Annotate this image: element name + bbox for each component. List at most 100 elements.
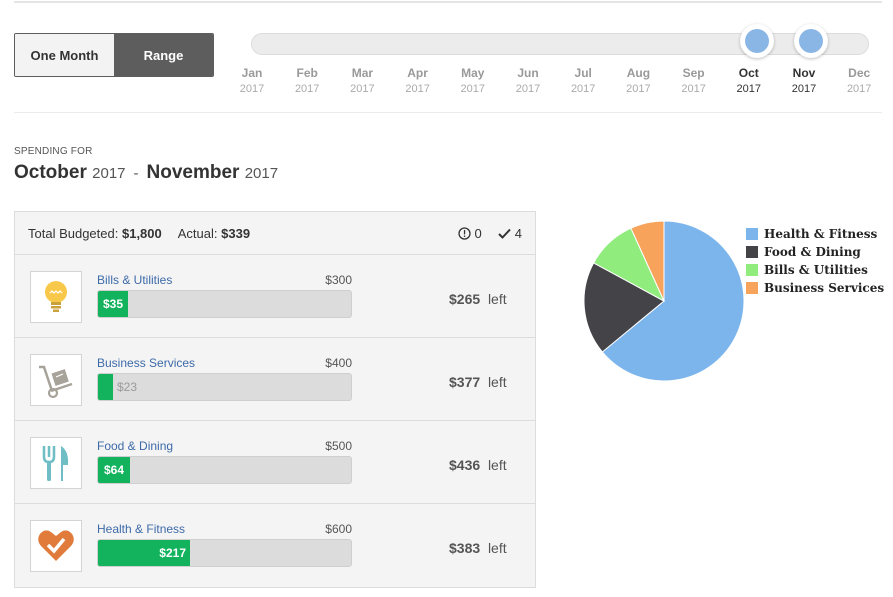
checks-count: 4 — [514, 225, 522, 241]
section-divider — [14, 112, 882, 113]
category-budget: $300 — [325, 273, 352, 287]
month-name: Sep — [682, 66, 705, 80]
month-year: 2017 — [294, 83, 320, 95]
legend-item[interactable]: Bills & Utilities — [746, 261, 884, 279]
legend-swatch — [746, 264, 758, 276]
month-year: 2017 — [515, 83, 541, 95]
month-year: 2017 — [570, 83, 596, 95]
budget-row-bills-utilities[interactable]: Bills & Utilities $300 $35 $265 left — [15, 255, 535, 338]
month-label-sep[interactable]: Sep 2017 — [669, 65, 719, 97]
category-icon-box — [30, 437, 82, 489]
slider-handle-end[interactable] — [794, 24, 828, 58]
period-from-month: October — [14, 162, 87, 183]
legend-item[interactable]: Food & Dining — [746, 243, 884, 261]
period-to-year: 2017 — [244, 165, 279, 182]
heart-check-icon — [38, 530, 74, 561]
budget-summary: Total Budgeted: $1,800 Actual: $339 0 4 — [15, 212, 535, 255]
legend-label: Health & Fitness — [764, 227, 878, 241]
checkmark-icon — [498, 228, 511, 239]
alerts-count: 0 — [474, 225, 482, 241]
lightbulb-icon — [45, 281, 67, 312]
category-name[interactable]: Bills & Utilities — [97, 273, 172, 287]
month-year: 2017 — [239, 83, 265, 95]
month-label-mar[interactable]: Mar 2017 — [337, 65, 387, 97]
month-label-apr[interactable]: Apr 2017 — [393, 65, 443, 97]
total-budgeted-value: $1,800 — [121, 225, 162, 241]
actual-value: $339 — [221, 225, 251, 241]
month-label-jul[interactable]: Jul 2017 — [558, 65, 608, 97]
category-icon-box — [30, 271, 82, 323]
remaining-amount: $383 left — [449, 540, 507, 556]
left-word: left — [487, 291, 507, 307]
fork-knife-icon — [42, 446, 69, 481]
budget-row-health-fitness[interactable]: Health & Fitness $600 $217 $383 left — [15, 504, 535, 587]
month-label-jun[interactable]: Jun 2017 — [503, 65, 553, 97]
progress-bar: $23 — [97, 373, 352, 401]
alert-icon — [457, 226, 471, 240]
category-name[interactable]: Food & Dining — [97, 439, 173, 453]
period-toggle: One Month Range — [14, 33, 214, 77]
range-button[interactable]: Range — [114, 34, 213, 76]
hand-truck-icon — [39, 365, 73, 399]
month-label-jan[interactable]: Jan 2017 — [227, 65, 277, 97]
month-name: May — [461, 66, 485, 80]
month-name: Jan — [241, 66, 263, 80]
legend-label: Bills & Utilities — [764, 263, 868, 277]
month-label-dec[interactable]: Dec 2017 — [834, 65, 884, 97]
month-year: 2017 — [460, 83, 486, 95]
month-label-nov[interactable]: Nov 2017 — [779, 65, 829, 97]
spent-amount: $64 — [103, 463, 125, 477]
month-year: 2017 — [405, 83, 430, 95]
left-word: left — [487, 540, 507, 556]
month-name: Aug — [626, 66, 651, 80]
category-name[interactable]: Business Services — [97, 356, 195, 370]
budget-panel: Total Budgeted: $1,800 Actual: $339 0 4 … — [14, 211, 536, 588]
progress-fill — [98, 374, 113, 400]
month-year: 2017 — [681, 83, 706, 95]
remaining-value: $383 — [449, 540, 481, 556]
category-name[interactable]: Health & Fitness — [97, 522, 185, 536]
actual-label: Actual: — [177, 225, 218, 241]
legend-item[interactable]: Health & Fitness — [746, 225, 884, 243]
month-label-feb[interactable]: Feb 2017 — [282, 65, 332, 97]
budget-row-food-dining[interactable]: Food & Dining $500 $64 $436 left — [15, 421, 535, 504]
legend-swatch — [746, 246, 758, 258]
legend-item[interactable]: Business Services — [746, 279, 884, 297]
remaining-value: $265 — [449, 291, 481, 307]
month-name: Nov — [792, 66, 816, 80]
month-label-may[interactable]: May 2017 — [448, 65, 498, 97]
month-year: 2017 — [350, 83, 375, 95]
month-label-oct[interactable]: Oct 2017 — [724, 65, 774, 97]
left-word: left — [487, 374, 507, 390]
one-month-button[interactable]: One Month — [15, 34, 114, 76]
spending-for-label: SPENDING FOR — [14, 146, 93, 157]
remaining-amount: $265 left — [449, 291, 507, 307]
month-name: Oct — [738, 66, 759, 80]
remaining-value: $436 — [449, 457, 481, 473]
month-name: Dec — [848, 66, 871, 80]
category-icon-box — [30, 354, 82, 406]
progress-bar: $217 — [97, 539, 352, 567]
category-budget: $600 — [325, 522, 352, 536]
month-name: Feb — [296, 66, 318, 80]
slider-handle-start[interactable] — [740, 24, 774, 58]
month-label-aug[interactable]: Aug 2017 — [613, 65, 663, 97]
period-from-year: 2017 — [92, 165, 126, 182]
month-range-slider[interactable] — [251, 33, 869, 55]
slider-knob — [799, 29, 823, 53]
legend-label: Food & Dining — [764, 245, 861, 259]
category-budget: $500 — [325, 439, 352, 453]
remaining-value: $377 — [449, 374, 481, 390]
spent-amount: $35 — [102, 297, 124, 311]
top-divider — [14, 1, 882, 3]
period-dash: - — [133, 165, 139, 182]
progress-bar: $35 — [97, 290, 352, 318]
spent-amount: $217 — [159, 546, 186, 560]
month-year: 2017 — [846, 83, 872, 95]
legend-swatch — [746, 228, 758, 240]
total-budgeted-label: Total Budgeted: — [28, 225, 119, 241]
left-word: left — [487, 457, 507, 473]
spent-amount: $23 — [117, 380, 138, 394]
budget-row-business-services[interactable]: Business Services $400 $23 $377 left — [15, 338, 535, 421]
remaining-amount: $436 left — [449, 457, 507, 473]
